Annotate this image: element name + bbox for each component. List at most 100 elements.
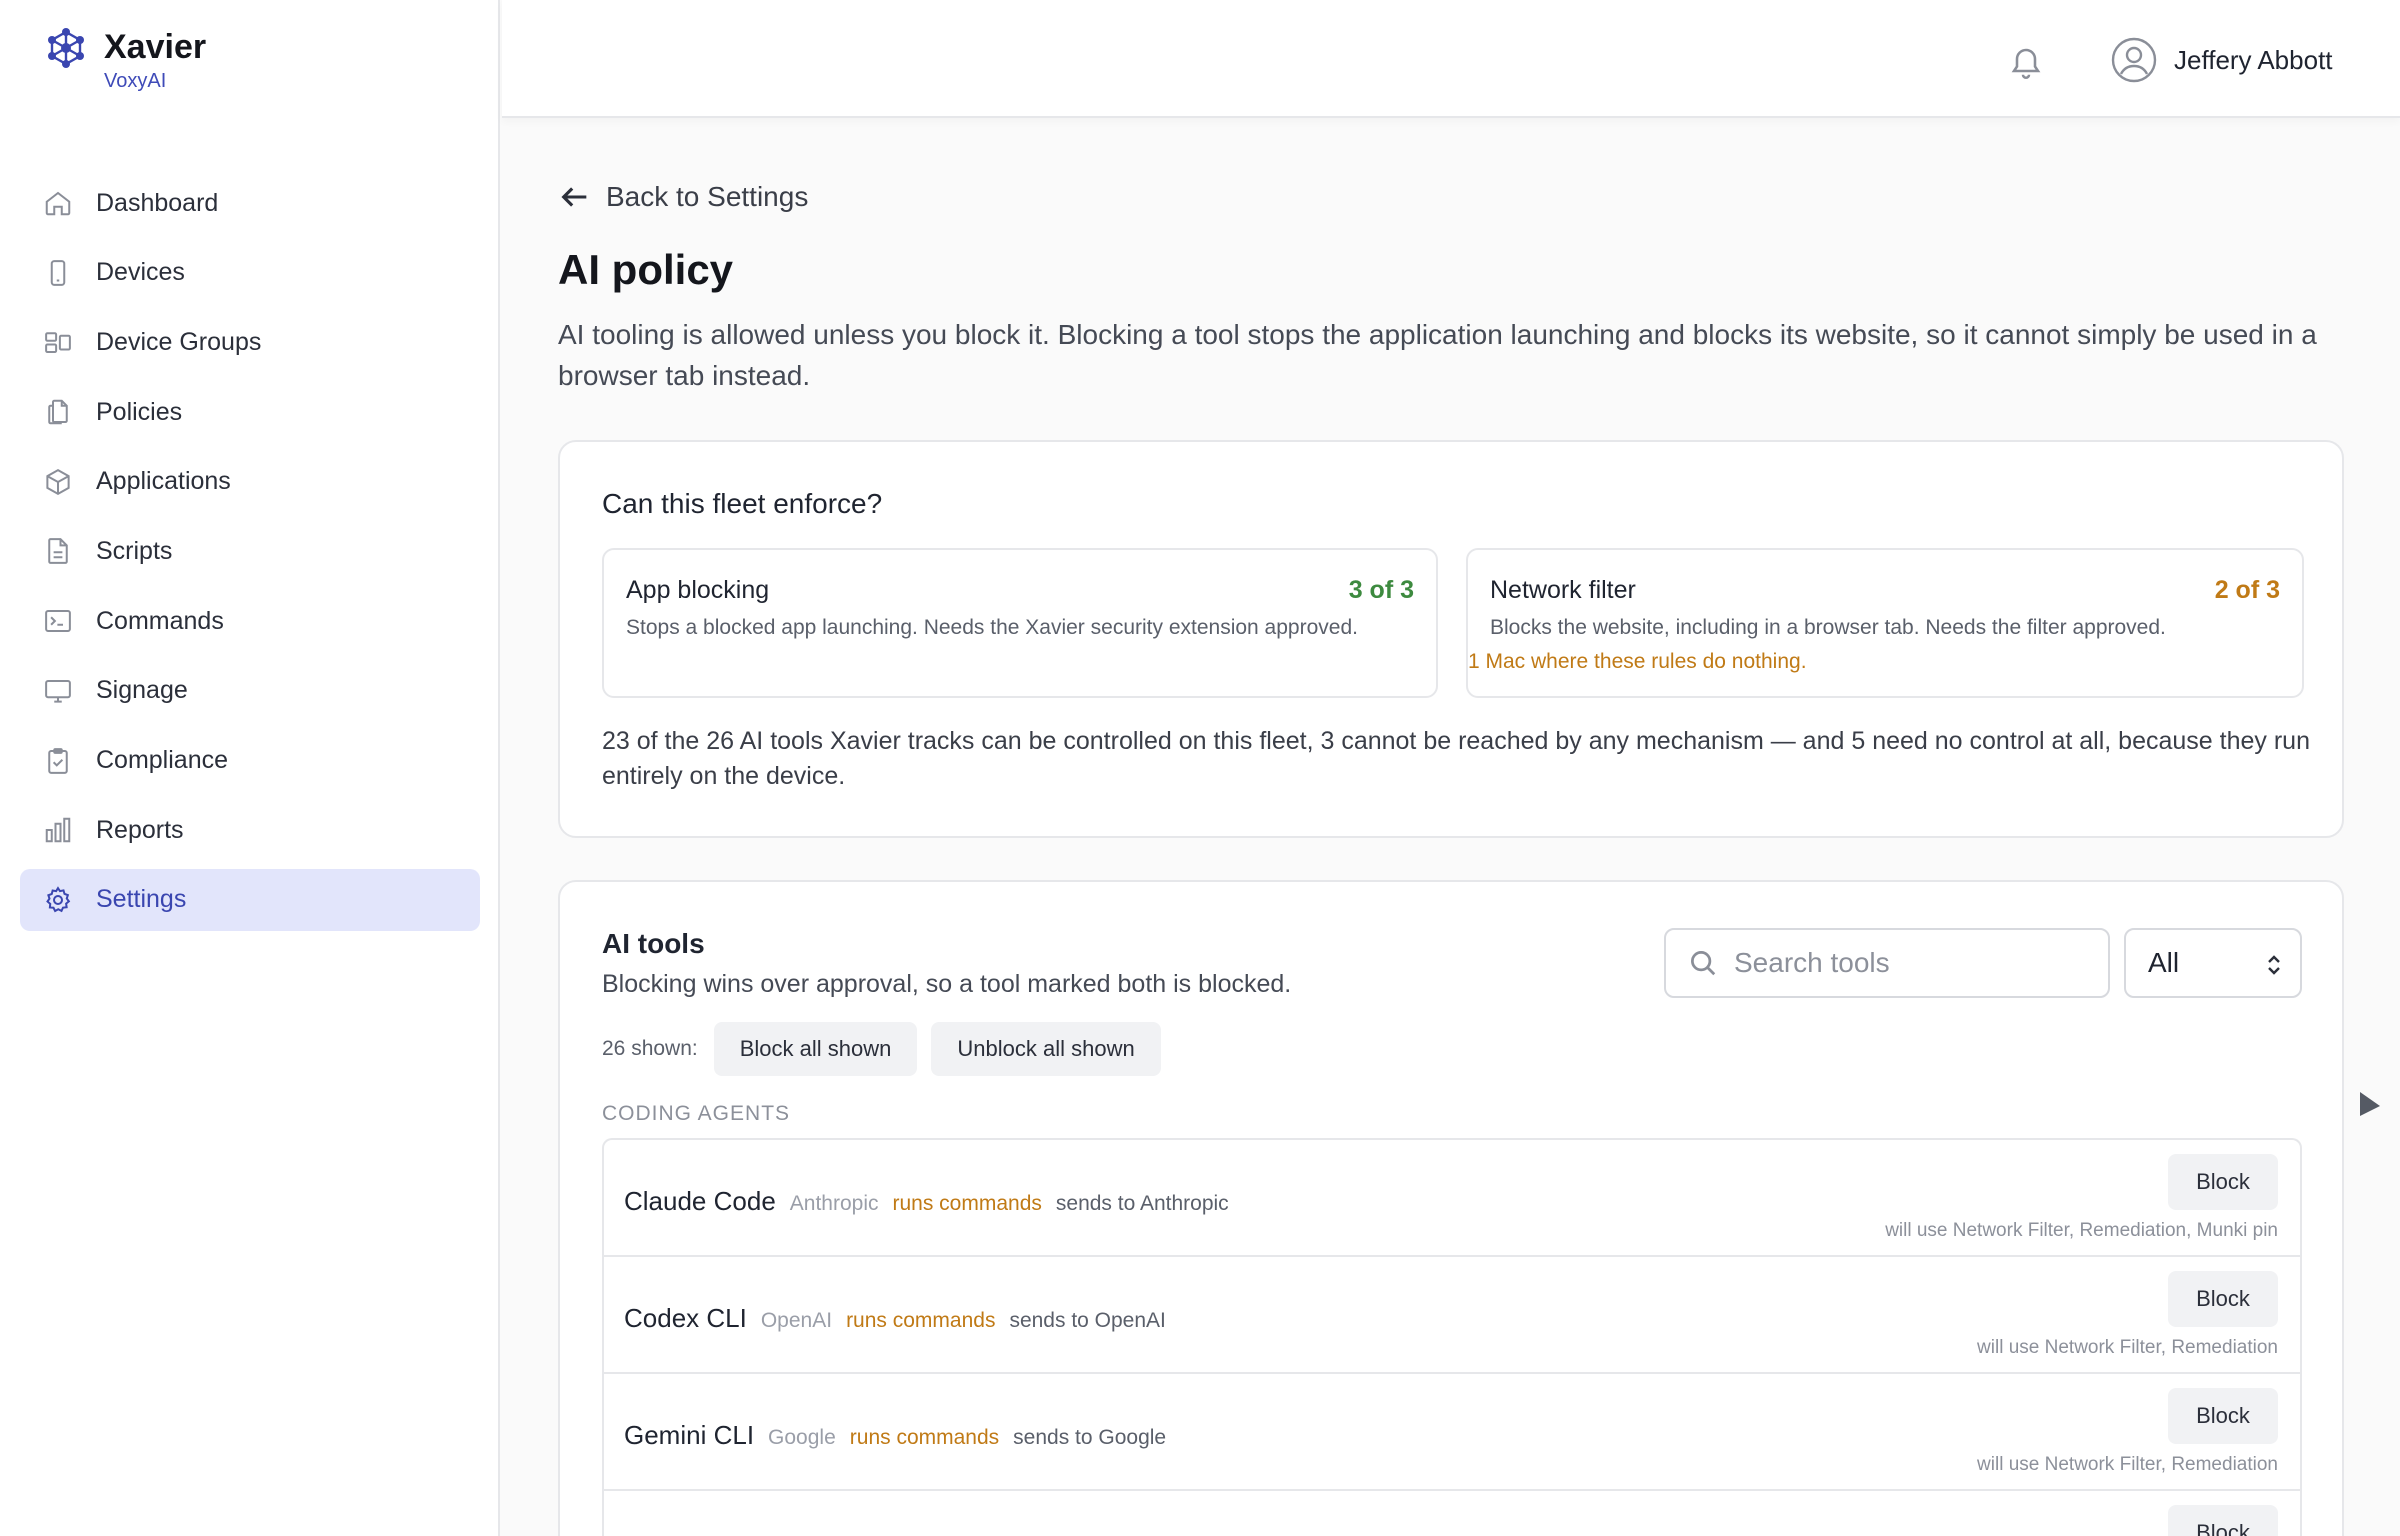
network-filter-warning[interactable]: 1 Mac where these rules do nothing.: [1468, 650, 1807, 674]
user-menu[interactable]: Jeffery Abbott: [2110, 36, 2333, 84]
block-button[interactable]: Block: [2168, 1271, 2278, 1327]
documents-icon: [42, 396, 74, 428]
brand-name: Xavier: [104, 28, 207, 66]
tool-vendor: OpenAI: [760, 1309, 833, 1332]
section-label-coding-agents: CODING AGENTS: [602, 1102, 791, 1125]
sidebar-item-policies[interactable]: Policies: [20, 381, 480, 443]
block-button[interactable]: Block: [2168, 1505, 2278, 1536]
tool-capability-tag: runs commands: [846, 1309, 996, 1332]
tool-mechanisms: will use Network Filter, Remediation: [1977, 1454, 2278, 1475]
app-blocking-count: 3 of 3: [1348, 576, 1414, 604]
tool-row: Codex CLI OpenAI runs commands sends to …: [604, 1257, 2300, 1374]
block-all-shown-button[interactable]: Block all shown: [713, 1022, 918, 1076]
sidebar-item-label: Reports: [96, 815, 184, 844]
bulk-actions: 26 shown: Block all shown Unblock all sh…: [602, 1022, 1175, 1076]
enforce-card: Can this fleet enforce? App blocking 3 o…: [558, 440, 2344, 838]
terminal-icon: [42, 605, 74, 637]
network-filter-desc: Blocks the website, including in a brows…: [1490, 616, 2166, 639]
search-tools-input[interactable]: [1734, 947, 2094, 979]
sidebar-item-label: Scripts: [96, 536, 173, 565]
sidebar-item-signage[interactable]: Signage: [20, 660, 480, 722]
sidebar-item-label: Signage: [96, 676, 188, 705]
sidebar-item-label: Settings: [96, 885, 187, 914]
sidebar-item-label: Policies: [96, 397, 183, 426]
gear-icon: [42, 884, 74, 916]
block-button[interactable]: Block: [2168, 1388, 2278, 1444]
tool-vendor: Anthropic: [789, 1192, 879, 1215]
page-description: AI tooling is allowed unless you block i…: [558, 319, 2317, 391]
user-avatar-icon: [2111, 37, 2157, 83]
bar-chart-icon: [42, 814, 74, 846]
phone-icon: [42, 257, 74, 289]
sidebar-item-device-groups[interactable]: Device Groups: [20, 311, 480, 373]
sidebar-item-reports[interactable]: Reports: [20, 799, 480, 861]
tool-sends-to: sends to Google: [1013, 1426, 1167, 1449]
xavier-logo-icon: [48, 28, 84, 68]
tool-sends-to: sends to Anthropic: [1055, 1192, 1229, 1215]
tool-mechanisms: will use Network Filter, Remediation: [1977, 1337, 2278, 1358]
search-tools-field[interactable]: [1664, 928, 2110, 998]
tool-row: Block: [604, 1491, 2300, 1536]
ai-tools-card: AI tools Blocking wins over approval, so…: [558, 880, 2344, 1536]
enforce-summary: 23 of the 26 AI tools Xavier tracks can …: [602, 727, 2310, 790]
tool-vendor: Google: [768, 1426, 836, 1449]
sidebar-item-commands[interactable]: Commands: [20, 590, 480, 652]
enforce-title: Can this fleet enforce?: [602, 488, 883, 519]
brand-org: VoxyAI: [104, 70, 167, 92]
tool-name: Gemini CLI: [624, 1420, 755, 1450]
sidebar-item-dashboard[interactable]: Dashboard: [20, 172, 480, 234]
tool-name: Codex CLI: [624, 1303, 747, 1333]
network-filter-panel: Network filter 2 of 3 Blocks the website…: [1466, 548, 2304, 698]
network-filter-count: 2 of 3: [2214, 576, 2280, 604]
bell-icon[interactable]: [2008, 42, 2044, 82]
unblock-all-shown-button[interactable]: Unblock all shown: [931, 1022, 1161, 1076]
tool-filter-select[interactable]: All: [2124, 928, 2302, 998]
sidebar-item-compliance[interactable]: Compliance: [20, 730, 480, 792]
ai-tools-title: AI tools: [602, 928, 705, 959]
search-icon: [1691, 951, 1716, 976]
chevron-updown-icon: [2268, 955, 2280, 975]
tool-capability-tag: runs commands: [849, 1426, 1000, 1449]
tool-row: Gemini CLI Google runs commands sends to…: [604, 1374, 2300, 1491]
home-icon: [42, 187, 74, 219]
brand[interactable]: Xavier VoxyAI: [42, 24, 206, 93]
sidebar-item-label: Device Groups: [96, 327, 262, 356]
file-icon: [42, 535, 74, 567]
sidebar-nav: Dashboard Devices Device Groups Policies…: [20, 172, 480, 939]
sidebar-item-label: Devices: [96, 258, 185, 287]
network-filter-title: Network filter: [1490, 576, 1636, 604]
sidebar-item-settings[interactable]: Settings: [20, 868, 480, 931]
sidebar-item-label: Commands: [96, 606, 224, 635]
sidebar-item-scripts[interactable]: Scripts: [20, 520, 480, 582]
mouse-cursor-icon: [2360, 1092, 2380, 1116]
tool-list: Claude Code Anthropic runs commands send…: [602, 1138, 2302, 1536]
arrow-left-icon: [561, 187, 587, 207]
ai-tools-subtitle: Blocking wins over approval, so a tool m…: [602, 970, 1292, 998]
sidebar-item-label: Applications: [96, 467, 231, 496]
app-blocking-title: App blocking: [626, 576, 770, 604]
user-name: Jeffery Abbott: [2174, 44, 2333, 75]
tool-filter-value: All: [2148, 947, 2180, 978]
back-label: Back to Settings: [606, 181, 809, 212]
tool-name: Claude Code: [624, 1186, 776, 1216]
tool-row: Claude Code Anthropic runs commands send…: [604, 1140, 2300, 1257]
device-groups-icon: [42, 326, 74, 358]
topbar: Jeffery Abbott: [502, 0, 2400, 118]
back-to-settings-link[interactable]: Back to Settings: [558, 180, 808, 214]
cube-icon: [42, 466, 74, 498]
sidebar-item-label: Dashboard: [96, 188, 219, 217]
sidebar-item-devices[interactable]: Devices: [20, 242, 480, 304]
app-blocking-desc: Stops a blocked app launching. Needs the…: [626, 616, 1358, 639]
shown-count: 26 shown:: [602, 1037, 698, 1060]
sidebar-item-applications[interactable]: Applications: [20, 451, 480, 513]
block-button[interactable]: Block: [2168, 1154, 2278, 1210]
sidebar-item-label: Compliance: [96, 746, 229, 774]
page-title: AI policy: [558, 246, 734, 293]
tool-sends-to: sends to OpenAI: [1009, 1309, 1166, 1332]
tool-mechanisms: will use Network Filter, Remediation, Mu…: [1885, 1220, 2278, 1241]
sidebar: Xavier VoxyAI Dashboard Devices Device G…: [0, 0, 500, 1536]
tool-capability-tag: runs commands: [892, 1192, 1042, 1215]
monitor-icon: [42, 675, 74, 707]
app-blocking-panel: App blocking 3 of 3 Stops a blocked app …: [602, 548, 1438, 698]
clipboard-check-icon: [42, 745, 74, 777]
